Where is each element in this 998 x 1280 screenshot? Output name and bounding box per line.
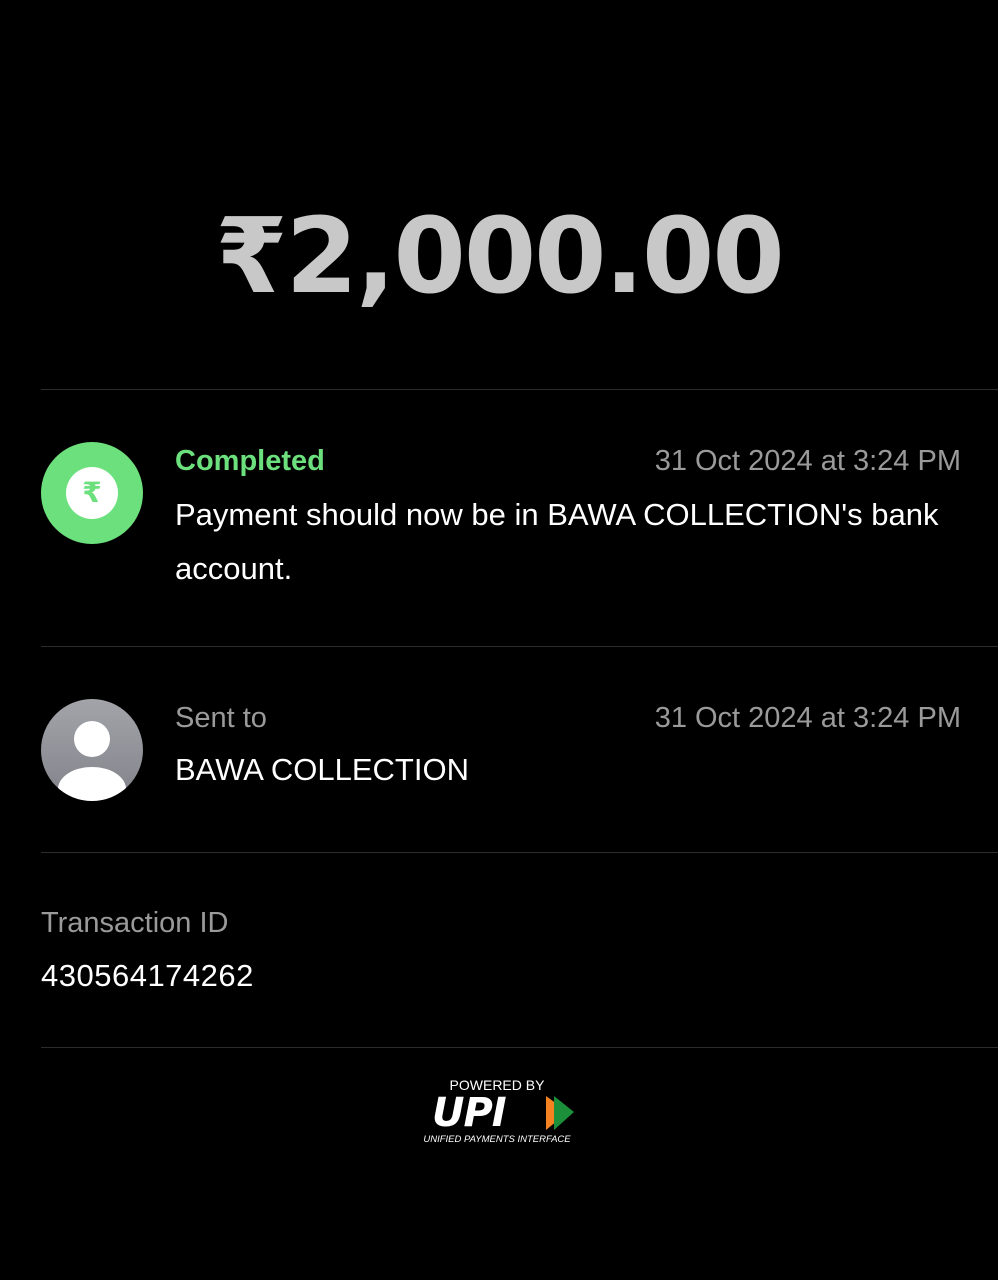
status-icon-badge: ₹ [41,442,143,544]
divider [41,389,998,390]
divider [41,852,998,853]
user-icon [58,721,126,801]
upi-subtitle-text: UNIFIED PAYMENTS INTERFACE [424,1134,571,1145]
rupee-icon: ₹ [66,467,118,519]
divider [41,1047,998,1048]
upi-green-chevron [554,1096,574,1130]
divider [41,646,998,647]
upi-logo: POWERED BY UPI UNIFIED PAYMENTS INTERFAC… [424,1077,574,1145]
sent-timestamp: 31 Oct 2024 at 3:24 PM [654,702,961,734]
status-timestamp: 31 Oct 2024 at 3:24 PM [654,445,961,477]
transaction-id-value[interactable]: 430564174262 [41,956,254,996]
upi-brand-text: UPI [432,1090,507,1136]
payment-amount: ₹2,000.00 [215,195,785,317]
sent-to-label: Sent to [175,702,267,734]
transaction-id-label: Transaction ID [41,907,229,939]
recipient-avatar[interactable] [41,699,143,801]
recipient-name[interactable]: BAWA COLLECTION [175,750,469,790]
status-label: Completed [175,445,325,477]
status-message: Payment should now be in BAWA COLLECTION… [175,497,939,586]
